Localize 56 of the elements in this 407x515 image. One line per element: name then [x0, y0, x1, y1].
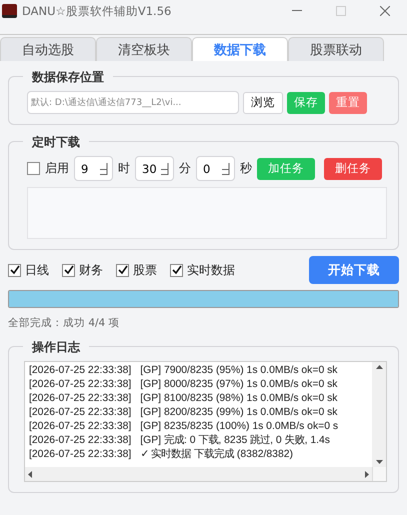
log-message: [GP] 8200/8235 (99%) 1s 0.0MB/s ok=0 sk [140, 406, 338, 420]
log-timestamp: [2026-07-25 22:33:38] [29, 378, 132, 392]
log-timestamp: [2026-07-25 22:33:38] [29, 392, 132, 406]
checkbox[interactable] [116, 264, 129, 276]
log-message: [GP] 8000/8235 (97%) 1s 0.0MB/s ok=0 sk [140, 378, 338, 392]
group-title: 定时下载 [23, 134, 89, 151]
tab[interactable]: 股票联动 [288, 37, 384, 61]
scroll-down-icon[interactable] [376, 460, 382, 464]
log-message: [GP] 完成: 0 下载, 8235 跳过, 0 失败, 1.4s [140, 434, 330, 448]
minimize-icon [292, 10, 302, 12]
log-timestamp: [2026-07-25 22:33:38] [29, 448, 132, 462]
checkbox-label: 财务 [79, 262, 103, 278]
task-button[interactable]: 删任务 [324, 158, 382, 180]
log-timestamp: [2026-07-25 22:33:38] [29, 364, 132, 378]
scroll-right-icon[interactable] [365, 470, 369, 478]
checkbox[interactable] [27, 162, 40, 175]
start-download-button[interactable]: 开始下载 [309, 256, 399, 284]
log-timestamp: [2026-07-25 22:33:38] [29, 434, 132, 448]
spinner-arrows-icon [100, 162, 108, 174]
group-title: 数据保存位置 [23, 69, 113, 86]
unit-label: 分 [179, 160, 191, 177]
window-title: DANU☆股票软件辅助V1.56 [22, 4, 172, 18]
checkbox-label: 实时数据 [187, 262, 235, 278]
log-timestamp: [2026-07-25 22:33:38] [29, 406, 132, 420]
app-logo-icon [2, 4, 17, 18]
tab[interactable]: 数据下载 [192, 37, 288, 61]
spinner-arrows-icon [161, 162, 169, 174]
time-spinner[interactable]: 0 [196, 156, 235, 181]
time-spinner[interactable]: 30 [135, 156, 174, 181]
tab[interactable]: 自动选股 [0, 37, 96, 61]
horizontal-scrollbar[interactable] [25, 467, 372, 481]
vertical-scrollbar[interactable] [372, 362, 386, 467]
log-message: ✓ 实时数据 下载完成 (8382/8382) [140, 448, 293, 462]
tab[interactable]: 清空板块 [96, 37, 192, 61]
log-message: [GP] 8100/8235 (98%) 1s 0.0MB/s ok=0 sk [140, 392, 338, 406]
close-icon [380, 6, 390, 16]
maximize-icon [336, 6, 346, 16]
time-spinner[interactable]: 9 [74, 156, 113, 181]
checkbox[interactable] [8, 264, 21, 276]
unit-label: 秒 [240, 160, 252, 177]
checkbox-label: 日线 [25, 262, 49, 278]
status-text: 全部完成：成功 4/4 项 [8, 316, 121, 330]
spinner-arrows-icon [222, 162, 230, 174]
log-message: [GP] 8235/8235 (100%) 1s 0.0MB/s ok=0 s [140, 420, 338, 434]
log-message: [GP] 7900/8235 (95%) 1s 0.0MB/s ok=0 sk [140, 364, 338, 378]
checkbox[interactable] [170, 264, 183, 276]
log-timestamp: [2026-07-25 22:33:38] [29, 420, 132, 434]
scroll-left-icon[interactable] [28, 470, 32, 478]
checkbox-label: 启用 [45, 160, 69, 177]
checkbox-label: 股票 [133, 262, 157, 278]
scroll-up-icon[interactable] [376, 365, 382, 369]
path-field[interactable]: 默认: D:\通达信\通达信773__L2\vi... [27, 91, 239, 114]
action-button[interactable]: 浏览 [243, 92, 283, 114]
group-title: 操作日志 [23, 339, 89, 356]
checkbox[interactable] [62, 264, 75, 276]
unit-label: 时 [118, 160, 130, 177]
